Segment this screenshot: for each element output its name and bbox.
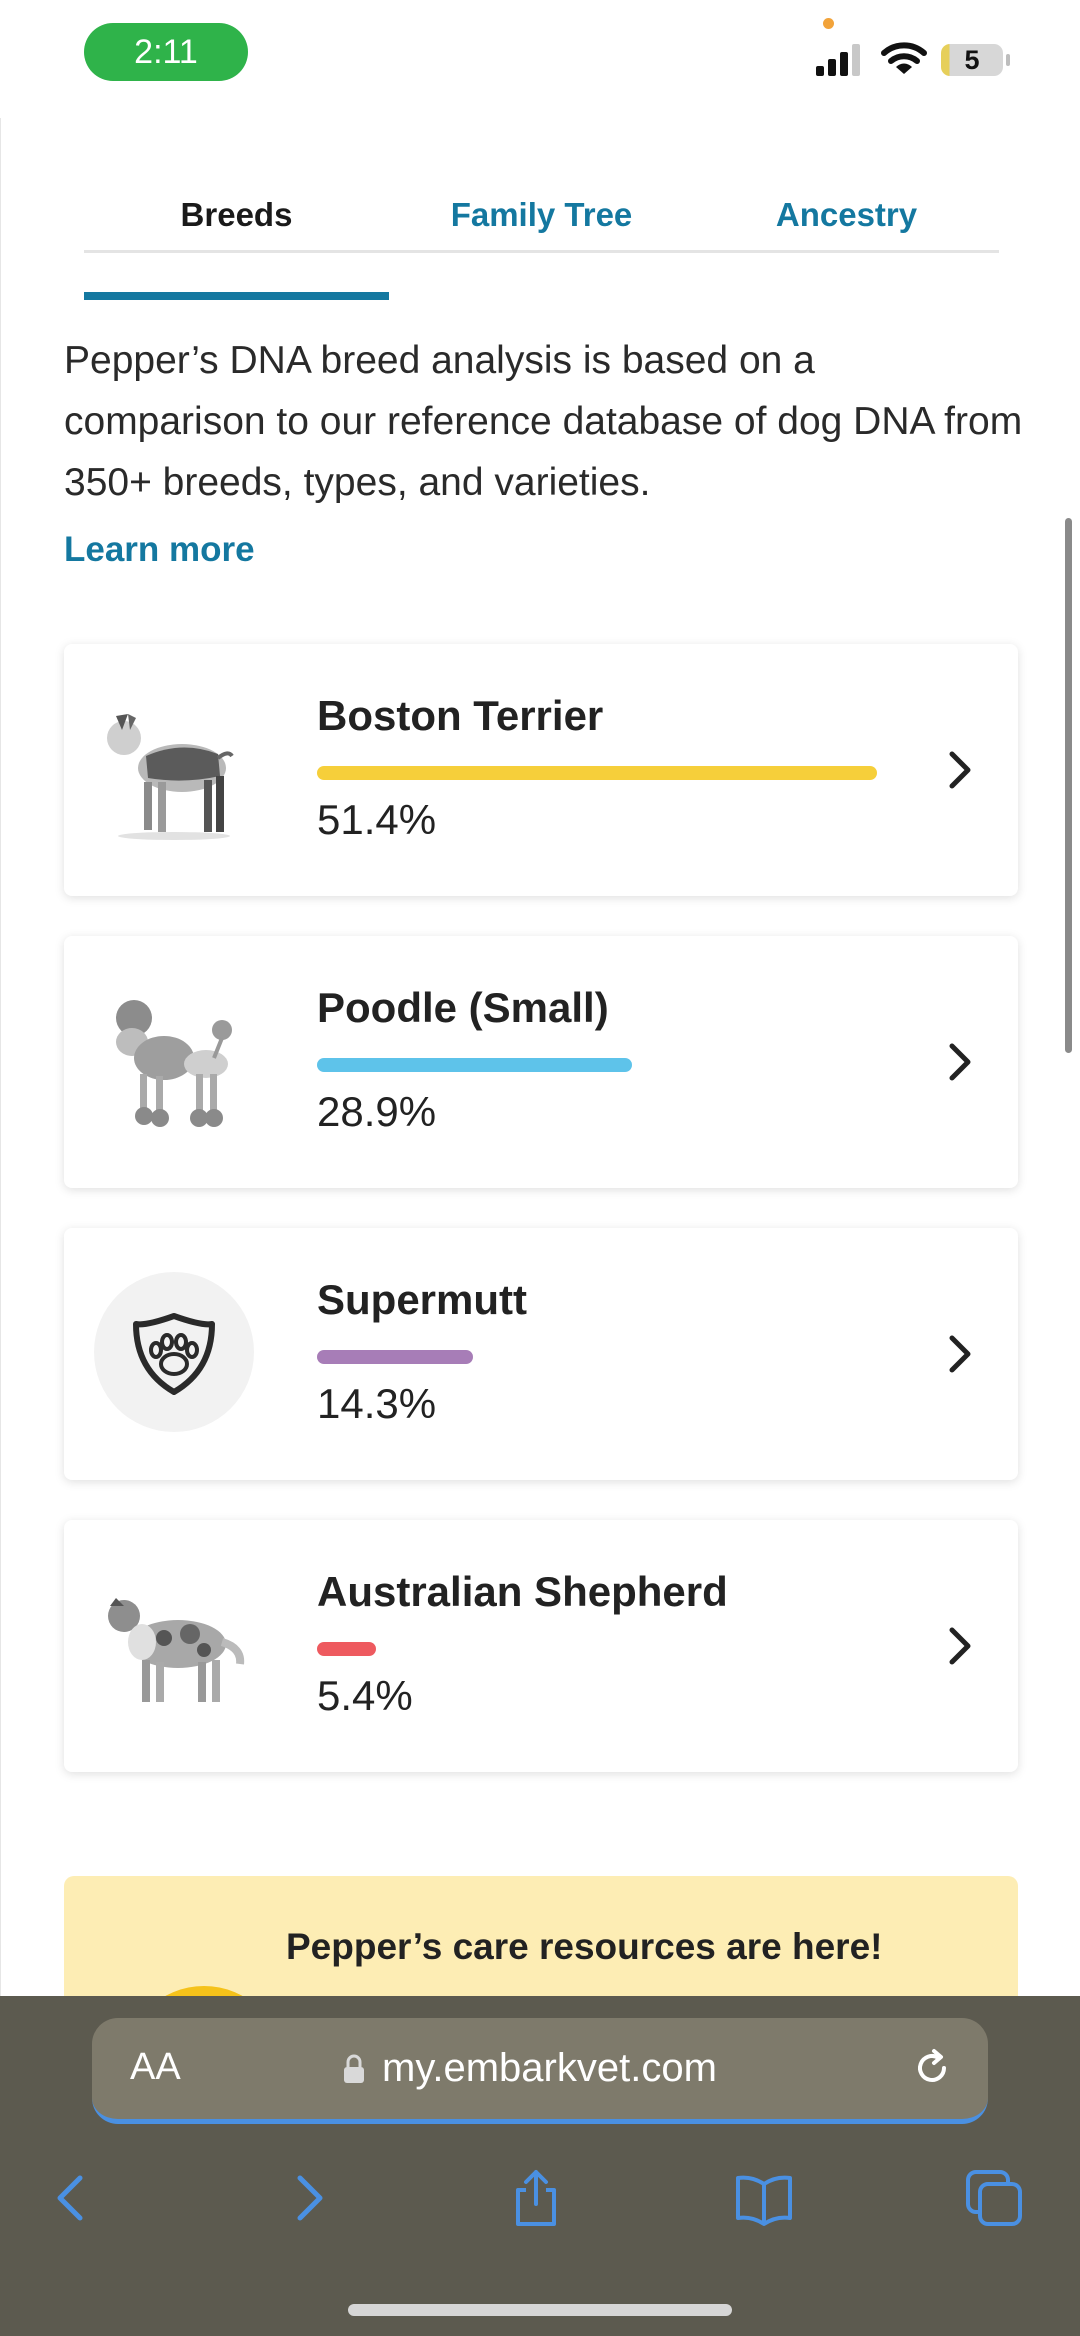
mic-indicator-dot xyxy=(823,18,834,29)
breed-percent-bar xyxy=(317,1350,473,1364)
battery-icon: 5 xyxy=(941,44,1003,76)
reload-icon[interactable] xyxy=(910,2046,954,2090)
breed-percent-bar xyxy=(317,766,877,780)
breed-percent: 5.4% xyxy=(317,1672,413,1719)
australian-shepherd-illustration xyxy=(108,1598,245,1702)
tab-ancestry[interactable]: Ancestry xyxy=(694,170,999,250)
breed-name: Poodle (Small) xyxy=(317,984,609,1031)
breed-percent: 14.3% xyxy=(317,1380,437,1427)
back-icon[interactable] xyxy=(42,2168,102,2228)
breed-percent: 28.9% xyxy=(317,1088,437,1135)
learn-more-link[interactable]: Learn more xyxy=(64,530,255,570)
bookmarks-icon[interactable] xyxy=(734,2168,794,2228)
status-bar: 2:11 5 xyxy=(0,0,1080,118)
tab-bar: Breeds Family Tree Ancestry xyxy=(84,170,999,300)
breed-card-poodle-small[interactable]: Poodle (Small) 28.9% xyxy=(64,936,1018,1188)
share-icon[interactable] xyxy=(506,2168,566,2228)
safari-toolbar: AA my.embarkvet.com xyxy=(0,1996,1080,2336)
breed-percent-bar xyxy=(317,1058,632,1072)
url-text: my.embarkvet.com xyxy=(382,2046,717,2090)
chevron-right-icon xyxy=(949,1335,971,1373)
breed-card-supermutt[interactable]: Supermutt 14.3% xyxy=(64,1228,1018,1480)
text-size-button[interactable]: AA xyxy=(130,2046,181,2089)
home-indicator xyxy=(348,2304,732,2316)
paw-shield-icon xyxy=(94,1272,254,1432)
forward-icon[interactable] xyxy=(278,2168,338,2228)
chevron-right-icon xyxy=(949,1627,971,1665)
battery-tip xyxy=(1006,54,1010,66)
cellular-signal-icon xyxy=(816,44,860,76)
text-size-label: AA xyxy=(130,2046,181,2088)
tab-breeds[interactable]: Breeds xyxy=(84,170,389,250)
address-bar[interactable]: AA my.embarkvet.com xyxy=(92,2018,988,2124)
tab-family-tree[interactable]: Family Tree xyxy=(389,170,694,250)
chevron-right-icon xyxy=(949,1043,971,1081)
tabs-icon[interactable] xyxy=(964,2168,1024,2228)
breed-card-australian-shepherd[interactable]: Australian Shepherd 5.4% xyxy=(64,1520,1018,1772)
breed-percent-bar xyxy=(317,1642,376,1656)
breed-name: Australian Shepherd xyxy=(317,1568,728,1615)
scroll-indicator xyxy=(1065,518,1072,1053)
page-content: Breeds Family Tree Ancestry Pepper’s DNA… xyxy=(0,118,1080,2036)
poodle-illustration xyxy=(116,1000,232,1127)
status-time[interactable]: 2:11 xyxy=(84,23,248,81)
wifi-icon xyxy=(881,42,927,74)
care-resources-title: Pepper’s care resources are here! xyxy=(286,1926,883,1967)
chevron-right-icon xyxy=(949,751,971,789)
breed-name: Boston Terrier xyxy=(317,692,604,739)
boston-terrier-illustration xyxy=(107,714,234,840)
lock-icon xyxy=(344,2054,364,2083)
breed-analysis-description: Pepper’s DNA breed analysis is based on … xyxy=(64,339,1023,504)
breed-card-boston-terrier[interactable]: Boston Terrier 51.4% xyxy=(64,644,1018,896)
breed-percent: 51.4% xyxy=(317,796,437,843)
breed-name: Supermutt xyxy=(317,1276,527,1323)
tab-selected-indicator xyxy=(84,292,389,300)
url-display[interactable]: my.embarkvet.com xyxy=(342,2046,717,2091)
